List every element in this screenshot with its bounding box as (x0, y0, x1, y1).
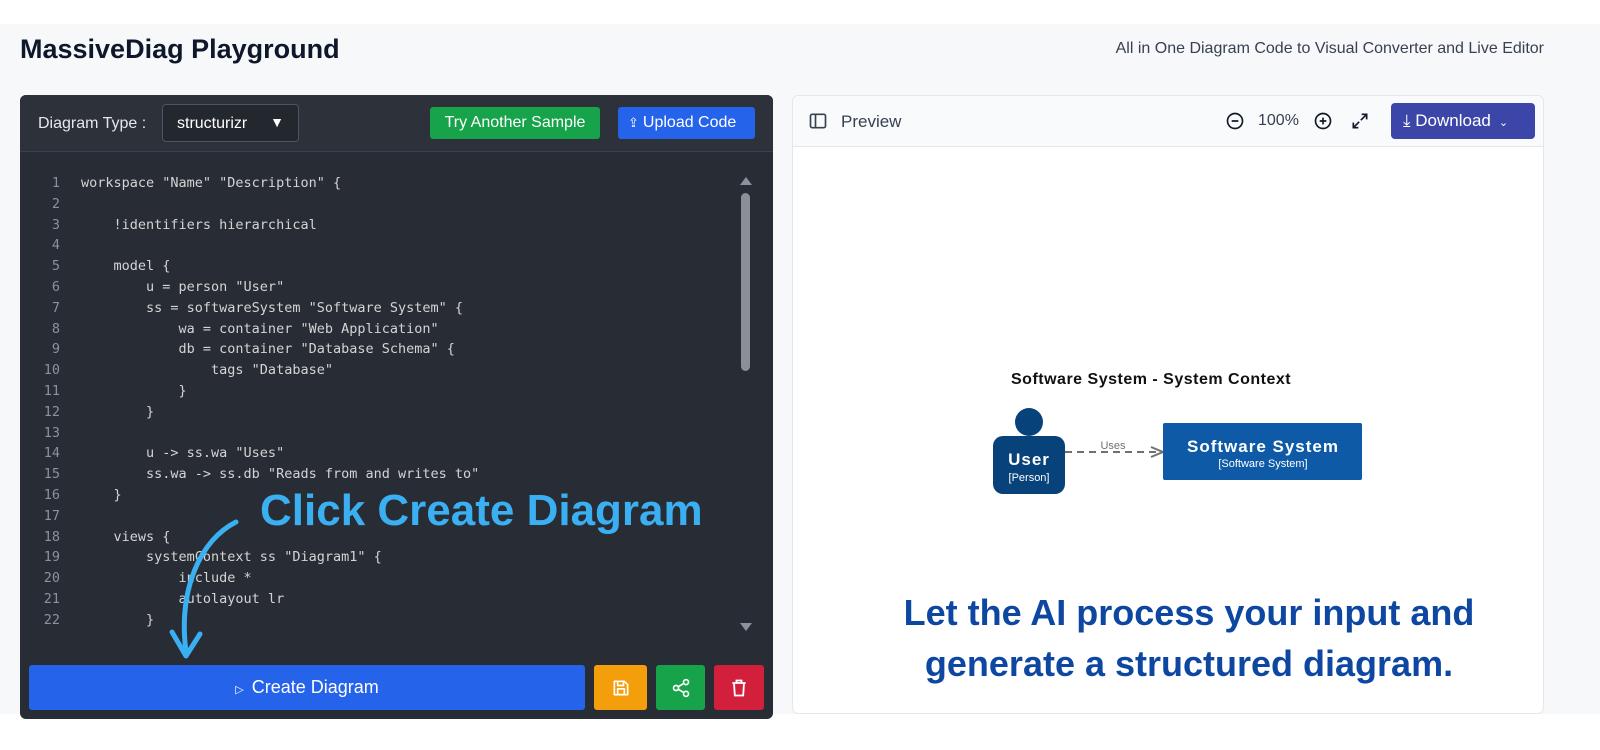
line-number: 19 (43, 549, 60, 566)
code-line[interactable]: 7 ss = softwareSystem "Software System" … (20, 300, 740, 321)
line-number: 17 (43, 507, 60, 524)
code-text: ss.wa -> ss.db "Reads from and writes to… (81, 466, 480, 483)
diagram-type-value: structurizr (177, 115, 248, 132)
create-diagram-button[interactable]: ▷ Create Diagram (29, 665, 585, 710)
code-text: autolayout lr (81, 591, 285, 607)
code-text: include * (81, 570, 252, 587)
ai-process-hint: Let the AI process your input and genera… (903, 592, 1475, 684)
relation-label: Uses (1100, 440, 1126, 452)
create-diagram-label: Create Diagram (251, 677, 379, 697)
line-number: 11 (43, 383, 60, 399)
code-text: !identifiers hierarchical (81, 216, 317, 233)
code-text: } (81, 403, 155, 420)
code-line[interactable]: 8 wa = container "Web Application" (20, 321, 740, 342)
line-number: 9 (51, 341, 60, 358)
scroll-down-arrow[interactable] (740, 623, 752, 631)
code-line[interactable]: 15 ss.wa -> ss.db "Reads from and writes… (20, 466, 740, 487)
code-line[interactable]: 11 } (20, 383, 740, 404)
code-text: wa = container "Web Application" (81, 320, 439, 337)
code-text: } (81, 487, 122, 503)
person-type: [Person] (1009, 472, 1050, 484)
app-title: MassiveDiag Playground (20, 34, 340, 64)
code-line[interactable]: 14 u -> ss.wa "Uses" (20, 445, 740, 466)
line-number: 5 (51, 258, 60, 275)
save-icon (613, 680, 628, 695)
line-number: 1 (51, 175, 60, 191)
line-number: 20 (43, 570, 60, 587)
code-textarea[interactable]: 1 workspace "Name" "Description" { 2 3 !ide… (20, 153, 773, 665)
editor-toolbar: Diagram Type : structurizr ▼ Try Another… (20, 95, 773, 152)
code-line[interactable]: 19 systemContext ss "Diagram1" { (20, 549, 740, 570)
person-head (1015, 408, 1043, 436)
line-number: 16 (43, 487, 60, 503)
line-number: 15 (43, 466, 60, 483)
line-number: 7 (51, 299, 60, 316)
line-number: 12 (43, 403, 60, 420)
line-number: 8 (51, 320, 60, 337)
upload-code-label: Upload Code (642, 114, 737, 131)
code-line[interactable]: 3 !identifiers hierarchical (20, 217, 740, 238)
scrollbar-thumb[interactable] (741, 193, 750, 371)
try-another-sample-button[interactable]: Try Another Sample (430, 107, 600, 139)
code-text: } (81, 611, 155, 628)
code-line[interactable]: 21 autolayout lr (20, 591, 740, 612)
diagram-type-label: Diagram Type : (38, 115, 147, 132)
code-line[interactable]: 9 db = container "Database Schema" { (20, 341, 740, 362)
line-number: 22 (43, 611, 60, 628)
preview-panel: Preview 100% ⤓ Download ⌄ Software System… (792, 95, 1544, 714)
line-number: 18 (43, 528, 60, 545)
diagram-type-select[interactable]: structurizr ▼ (162, 104, 299, 142)
code-text: tags "Database" (81, 362, 333, 379)
code-line[interactable]: 20 include * (20, 570, 740, 591)
code-line[interactable]: 5 model { (20, 258, 740, 279)
code-text: views { (81, 528, 171, 545)
code-text: systemContext ss "Diagram1" { (81, 549, 382, 566)
share-icon (672, 678, 689, 697)
caret-down-icon: ▼ (270, 114, 284, 130)
code-text: ss = softwareSystem "Software System" { (81, 299, 464, 316)
line-number: 14 (43, 445, 60, 462)
line-number: 4 (51, 237, 60, 254)
code-line[interactable]: 12 } (20, 404, 740, 425)
play-icon: ▷ (235, 684, 244, 696)
code-text: workspace "Name" "Description" { (81, 175, 342, 191)
code-text: } (81, 383, 187, 399)
line-number: 3 (51, 216, 60, 233)
scroll-up-arrow[interactable] (740, 177, 752, 185)
delete-button[interactable] (714, 665, 764, 710)
code-text: model { (81, 258, 171, 275)
line-number: 6 (51, 279, 60, 295)
code-line[interactable]: 4 (20, 237, 740, 258)
trash-icon (732, 679, 746, 696)
code-line[interactable]: 6 u = person "User" (20, 279, 740, 300)
line-number: 21 (43, 591, 60, 607)
code-line[interactable]: 10 tags "Database" (20, 362, 740, 383)
system-name: Software System (1187, 437, 1339, 456)
share-button[interactable] (656, 665, 705, 710)
code-editor-panel: Diagram Type : structurizr ▼ Try Another… (20, 95, 773, 719)
line-number: 2 (51, 195, 60, 212)
app-subtitle: All in One Diagram Code to Visual Conver… (1115, 40, 1544, 57)
line-number: 10 (43, 362, 60, 379)
code-text: db = container "Database Schema" { (81, 341, 455, 358)
code-line[interactable]: 2 (20, 196, 740, 217)
code-line[interactable]: 1 workspace "Name" "Description" { (20, 175, 740, 196)
code-text: u -> ss.wa "Uses" (81, 445, 285, 462)
system-type: [Software System] (1218, 458, 1307, 470)
upload-icon: ⇪ (628, 115, 639, 130)
save-button[interactable] (594, 665, 647, 710)
code-text: u = person "User" (81, 279, 285, 295)
code-line[interactable]: 22 } (20, 612, 740, 633)
code-line[interactable]: 13 (20, 425, 740, 446)
upload-code-button[interactable]: ⇪ Upload Code (618, 107, 755, 139)
create-diagram-hint: Click Create Diagram (260, 486, 703, 535)
line-number: 13 (43, 424, 60, 441)
person-name: User (1008, 450, 1050, 469)
